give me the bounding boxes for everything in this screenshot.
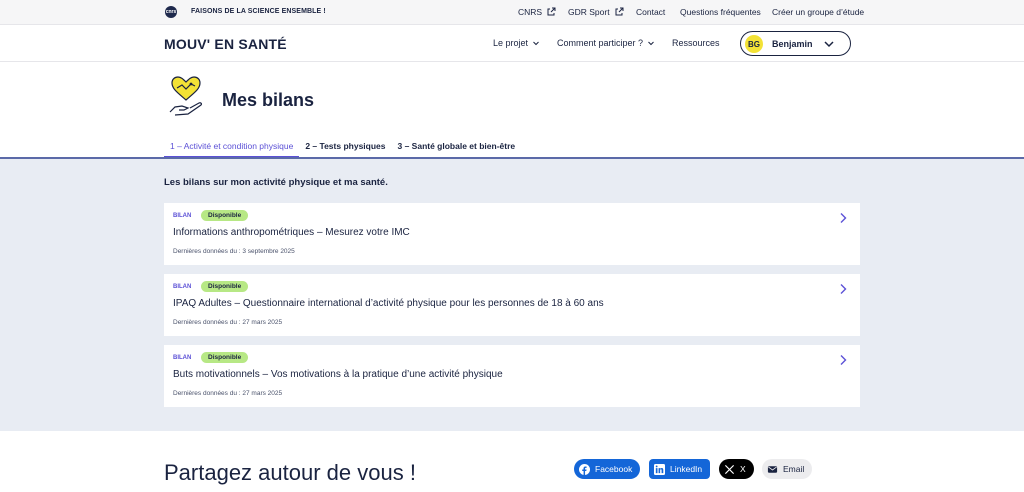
heart-hand-icon: [169, 76, 202, 116]
card-title: IPAQ Adultes – Questionnaire internation…: [173, 298, 604, 309]
external-link-icon: [547, 7, 556, 16]
card-date: Dernières données du : 3 septembre 2025: [173, 248, 295, 255]
nav-ressources[interactable]: Ressources: [672, 38, 720, 48]
card-kind: BILAN: [173, 213, 192, 219]
top-link-label: GDR Sport: [568, 7, 610, 17]
chevron-right-icon[interactable]: [837, 212, 849, 224]
chevron-right-icon[interactable]: [837, 283, 849, 295]
top-link-label: CNRS: [518, 7, 543, 17]
chevron-right-icon[interactable]: [837, 354, 849, 366]
nav-label: Le projet: [493, 38, 529, 48]
x-logo-icon: [724, 464, 735, 474]
status-badge: Disponible: [201, 352, 249, 363]
status-badge: Disponible: [201, 281, 249, 292]
share-x-button[interactable]: X: [719, 459, 754, 479]
top-link-gdr-sport[interactable]: GDR Sport: [568, 7, 624, 17]
share-label: Email: [783, 464, 805, 474]
page-title: Mes bilans: [222, 90, 315, 110]
section-title: Les bilans sur mon activité physique et …: [164, 177, 388, 188]
chevron-down-icon: [533, 41, 539, 46]
chevron-down-icon: [824, 41, 834, 48]
external-link-icon: [615, 7, 624, 16]
tab-activite-condition-physique[interactable]: 1 – Activité et condition physique: [164, 134, 300, 158]
main-header: MOUV' EN SANTÉ Le projet Comment partici…: [0, 25, 1024, 62]
share-label: LinkedIn: [670, 464, 703, 474]
card-title: Buts motivationnels – Vos motivations à …: [173, 369, 503, 380]
share-label: X: [740, 464, 746, 474]
card-kind: BILAN: [173, 355, 192, 361]
tab-sante-globale[interactable]: 3 – Santé globale et bien-être: [392, 134, 522, 158]
nav-label: Comment participer ?: [557, 38, 644, 48]
tagline: FAISONS DE LA SCIENCE ENSEMBLE !: [191, 8, 326, 15]
share-email-button[interactable]: Email: [762, 459, 813, 479]
top-link-create-group[interactable]: Créer un groupe d’étude: [772, 7, 864, 17]
avatar: BG: [745, 35, 763, 53]
tab-bar: 1 – Activité et condition physique 2 – T…: [164, 134, 521, 158]
top-link-faq[interactable]: Questions fréquentes: [680, 7, 761, 17]
bilan-card[interactable]: BILAN Disponible Informations anthropomé…: [164, 203, 860, 265]
bilans-section: Les bilans sur mon activité physique et …: [0, 159, 1024, 431]
share-facebook-button[interactable]: Facebook: [574, 459, 641, 479]
cnrs-logo[interactable]: cnrs: [165, 6, 177, 18]
facebook-icon: [579, 463, 590, 475]
status-badge: Disponible: [201, 210, 249, 221]
share-linkedin-button[interactable]: LinkedIn: [649, 459, 711, 479]
bilan-card[interactable]: BILAN Disponible Buts motivationnels – V…: [164, 345, 860, 407]
top-link-contact[interactable]: Contact: [636, 7, 665, 17]
top-link-cnrs[interactable]: CNRS: [518, 7, 556, 17]
bilan-card[interactable]: BILAN Disponible IPAQ Adultes – Question…: [164, 274, 860, 336]
user-menu-button[interactable]: BG Benjamin: [740, 31, 851, 56]
linkedin-icon: [654, 463, 665, 475]
chevron-down-icon: [648, 41, 654, 46]
share-title: Partagez autour de vous !: [164, 460, 416, 485]
tab-tests-physiques[interactable]: 2 – Tests physiques: [299, 134, 391, 158]
nav-comment-participer[interactable]: Comment participer ?: [557, 38, 655, 48]
nav-label: Ressources: [672, 38, 720, 48]
nav-le-projet[interactable]: Le projet: [493, 38, 540, 48]
brand-logo[interactable]: MOUV' EN SANTÉ: [164, 36, 287, 52]
mail-icon: [767, 465, 778, 473]
share-label: Facebook: [595, 464, 633, 474]
card-kind: BILAN: [173, 284, 192, 290]
card-date: Dernières données du : 27 mars 2025: [173, 319, 283, 326]
card-title: Informations anthropométriques – Mesurez…: [173, 227, 410, 238]
user-name: Benjamin: [772, 39, 813, 49]
top-bar: cnrs FAISONS DE LA SCIENCE ENSEMBLE ! CN…: [0, 0, 1024, 25]
card-date: Dernières données du : 27 mars 2025: [173, 390, 283, 397]
